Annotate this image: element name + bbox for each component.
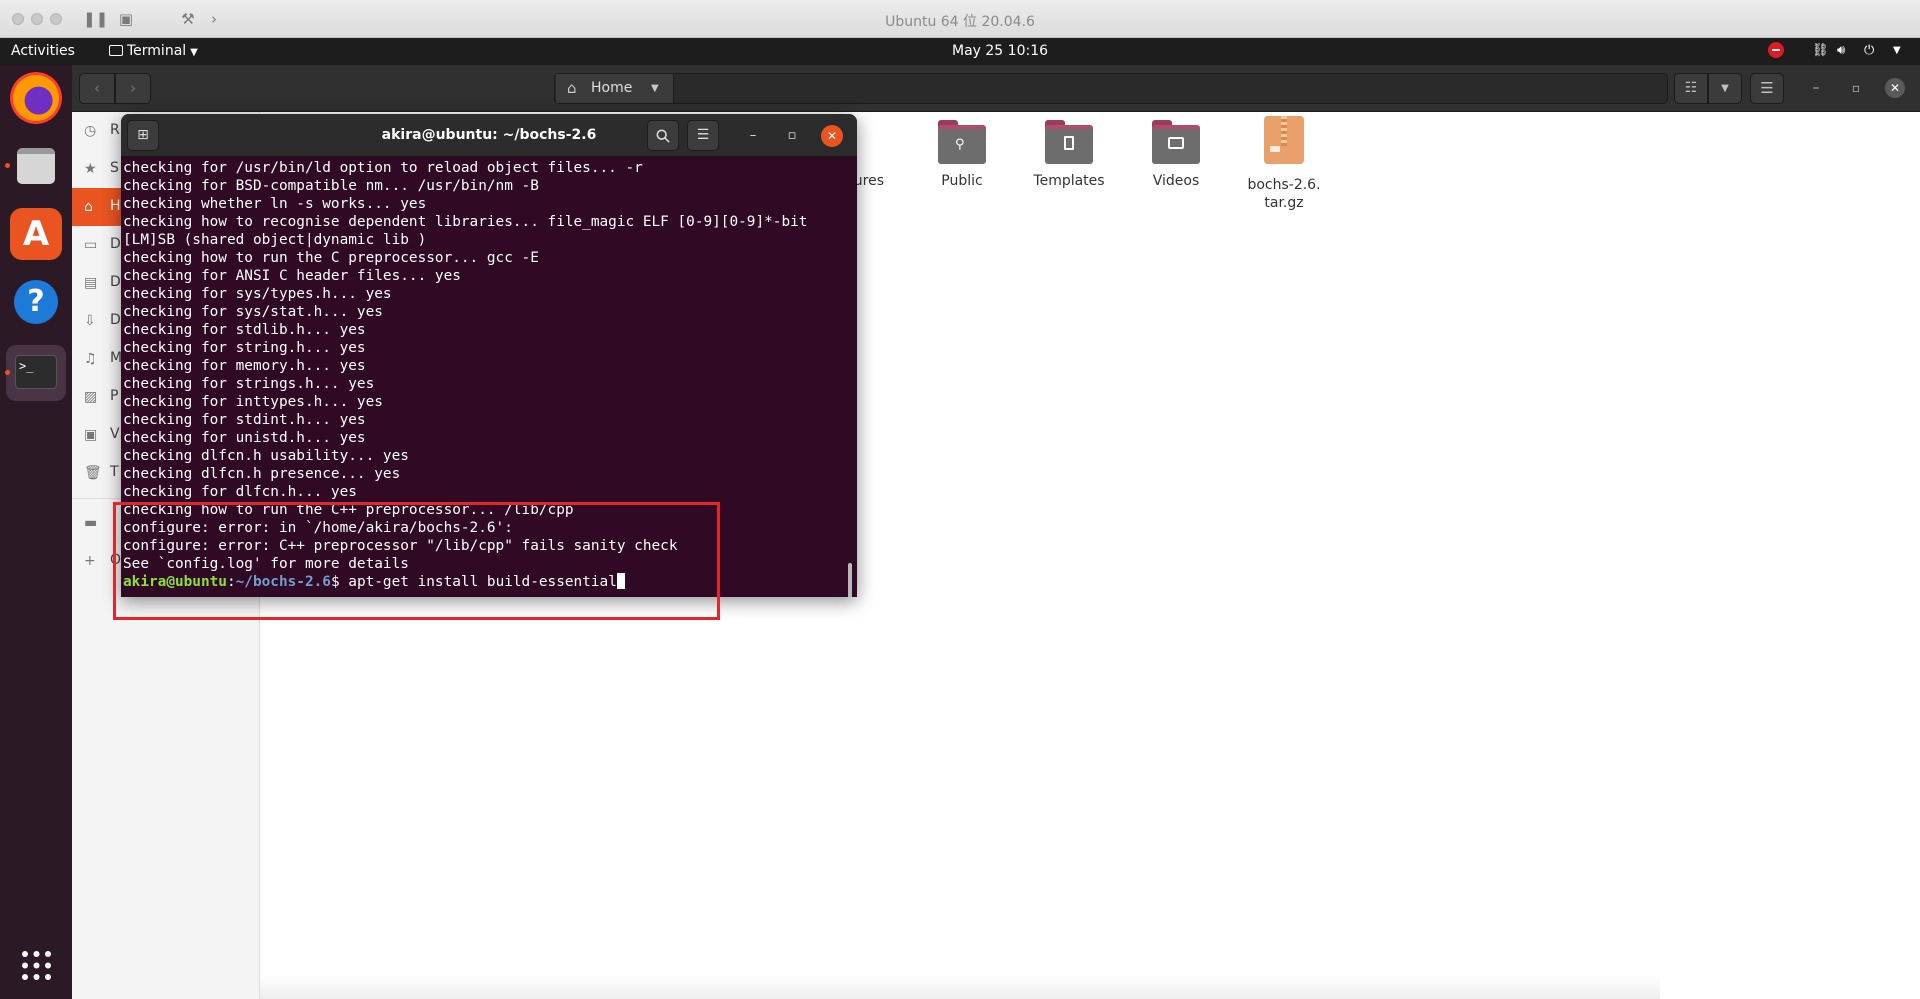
maximize-icon[interactable]: ▫ <box>1846 78 1866 98</box>
folder-public[interactable]: ⚲ Public <box>908 120 1016 190</box>
volume-icon[interactable]: 🔊︎ <box>1837 43 1845 58</box>
folder-templates[interactable]: Templates <box>1015 120 1123 190</box>
terminal-line: checking for /usr/bin/ld option to reloa… <box>123 160 643 176</box>
terminal-line: checking how to run the C preprocessor..… <box>123 250 539 266</box>
forward-button[interactable]: › <box>115 73 151 104</box>
recent-icon: ◷ <box>84 123 97 139</box>
terminal-line: checking for ANSI C header files... yes <box>123 268 461 284</box>
file-bochs-archive[interactable]: bochs-2.6. tar.gz <box>1230 116 1338 212</box>
terminal-headerbar: ⊞ akira@ubuntu: ~/bochs-2.6 ☰ – ▫ ✕ <box>121 114 857 157</box>
terminal-icon[interactable]: >_ <box>5 345 66 401</box>
files-headerbar: ‹ › ⌂ Home ▼ <box>72 65 1920 112</box>
picture-icon: ▨ <box>84 389 98 405</box>
help-icon[interactable]: ? <box>10 276 62 328</box>
video-icon: ▣ <box>84 427 98 443</box>
host-window-bar: ❚❚ ▣ ⚒ › Ubuntu 64 位 20.04.6 <box>0 0 1920 38</box>
terminal-search-button[interactable] <box>647 120 679 151</box>
terminal-line: checking for sys/types.h... yes <box>123 286 392 302</box>
template-folder-icon <box>1045 120 1093 164</box>
drive-icon: ▬ <box>84 515 98 531</box>
archive-icon <box>1264 116 1304 164</box>
maximize-icon[interactable]: ▫ <box>782 126 802 146</box>
error-highlight-box <box>113 502 720 620</box>
hamburger-menu-button[interactable]: ☰ <box>1750 73 1784 104</box>
clock[interactable]: May 25 10:16 <box>952 43 1048 59</box>
app-menu-terminal[interactable]: Terminal ▼ <box>109 43 198 59</box>
share-folder-icon: ⚲ <box>938 120 986 164</box>
terminal-line: checking dlfcn.h presence... yes <box>123 466 401 482</box>
desktop-icon: ▭ <box>84 237 98 253</box>
view-options-button[interactable]: ▼ <box>1708 73 1742 104</box>
terminal-line: checking for dlfcn.h... yes <box>123 484 357 500</box>
power-icon[interactable]: ⏻ <box>1864 43 1874 58</box>
terminal-line: checking for inttypes.h... yes <box>123 394 383 410</box>
terminal-line: checking for sys/stat.h... yes <box>123 304 383 320</box>
top-panel: Activities Terminal ▼ May 25 10:16 ⛓ 🔊︎ ⏻… <box>0 38 1920 65</box>
terminal-line: checking for unistd.h... yes <box>123 430 366 446</box>
do-not-disturb-icon[interactable] <box>1768 42 1784 58</box>
system-menu-caret-icon[interactable]: ▼ <box>1893 45 1901 56</box>
music-icon: ♫ <box>84 351 97 367</box>
minimize-icon[interactable]: – <box>743 126 763 146</box>
search-icon <box>656 129 670 143</box>
dock: A ? >_ <box>0 65 72 999</box>
plus-icon: + <box>84 553 96 569</box>
terminal-line: checking for strings.h... yes <box>123 376 375 392</box>
show-applications-grid-icon[interactable] <box>21 950 52 981</box>
folder-videos[interactable]: Videos <box>1122 120 1230 190</box>
close-icon[interactable]: ✕ <box>1885 78 1905 98</box>
terminal-line: checking for stdlib.h... yes <box>123 322 366 338</box>
activities-button[interactable]: Activities <box>11 43 75 59</box>
terminal-line: checking for memory.h... yes <box>123 358 366 374</box>
terminal-line: checking for stdint.h... yes <box>123 412 366 428</box>
path-bar[interactable]: ⌂ Home ▼ <box>554 73 1668 104</box>
running-indicator <box>5 370 10 375</box>
trash-icon: 🗑︎ <box>84 465 102 481</box>
terminal-menu-button[interactable]: ☰ <box>687 120 719 151</box>
terminal-scrollbar[interactable] <box>848 563 852 597</box>
download-icon: ⇩ <box>84 313 96 329</box>
minimize-icon[interactable]: – <box>1806 78 1826 98</box>
software-icon[interactable]: A <box>10 208 62 260</box>
terminal-line: checking for BSD-compatible nm... /usr/b… <box>123 178 539 194</box>
terminal-app-icon <box>109 45 123 56</box>
app-menu-label: Terminal <box>127 43 187 59</box>
home-icon: ⌂ <box>84 199 93 215</box>
video-folder-icon <box>1152 120 1200 164</box>
firefox-icon[interactable] <box>10 72 62 124</box>
back-button[interactable]: ‹ <box>79 73 115 104</box>
location-label[interactable]: Home <box>591 74 632 103</box>
caret-down-icon: ▼ <box>190 47 198 58</box>
home-icon: ⌂ <box>567 79 577 97</box>
list-view-button[interactable]: ☷ <box>1674 73 1708 104</box>
chevron-down-icon[interactable]: ▼ <box>651 74 659 103</box>
document-icon: ▤ <box>84 275 98 291</box>
terminal-line: checking for string.h... yes <box>123 340 366 356</box>
terminal-line: checking dlfcn.h usability... yes <box>123 448 409 464</box>
star-icon: ★ <box>84 161 97 177</box>
terminal-line: [LM]SB (shared object|dynamic lib ) <box>123 232 427 248</box>
host-window-title: Ubuntu 64 位 20.04.6 <box>885 14 1035 30</box>
files-icon[interactable] <box>5 140 62 192</box>
running-indicator <box>5 163 10 168</box>
close-icon[interactable]: ✕ <box>821 125 843 147</box>
terminal-line: checking whether ln -s works... yes <box>123 196 427 212</box>
bottom-shadow <box>260 975 1660 999</box>
network-icon[interactable]: ⛓ <box>1812 43 1829 58</box>
terminal-line: checking how to recognise dependent libr… <box>123 214 808 230</box>
